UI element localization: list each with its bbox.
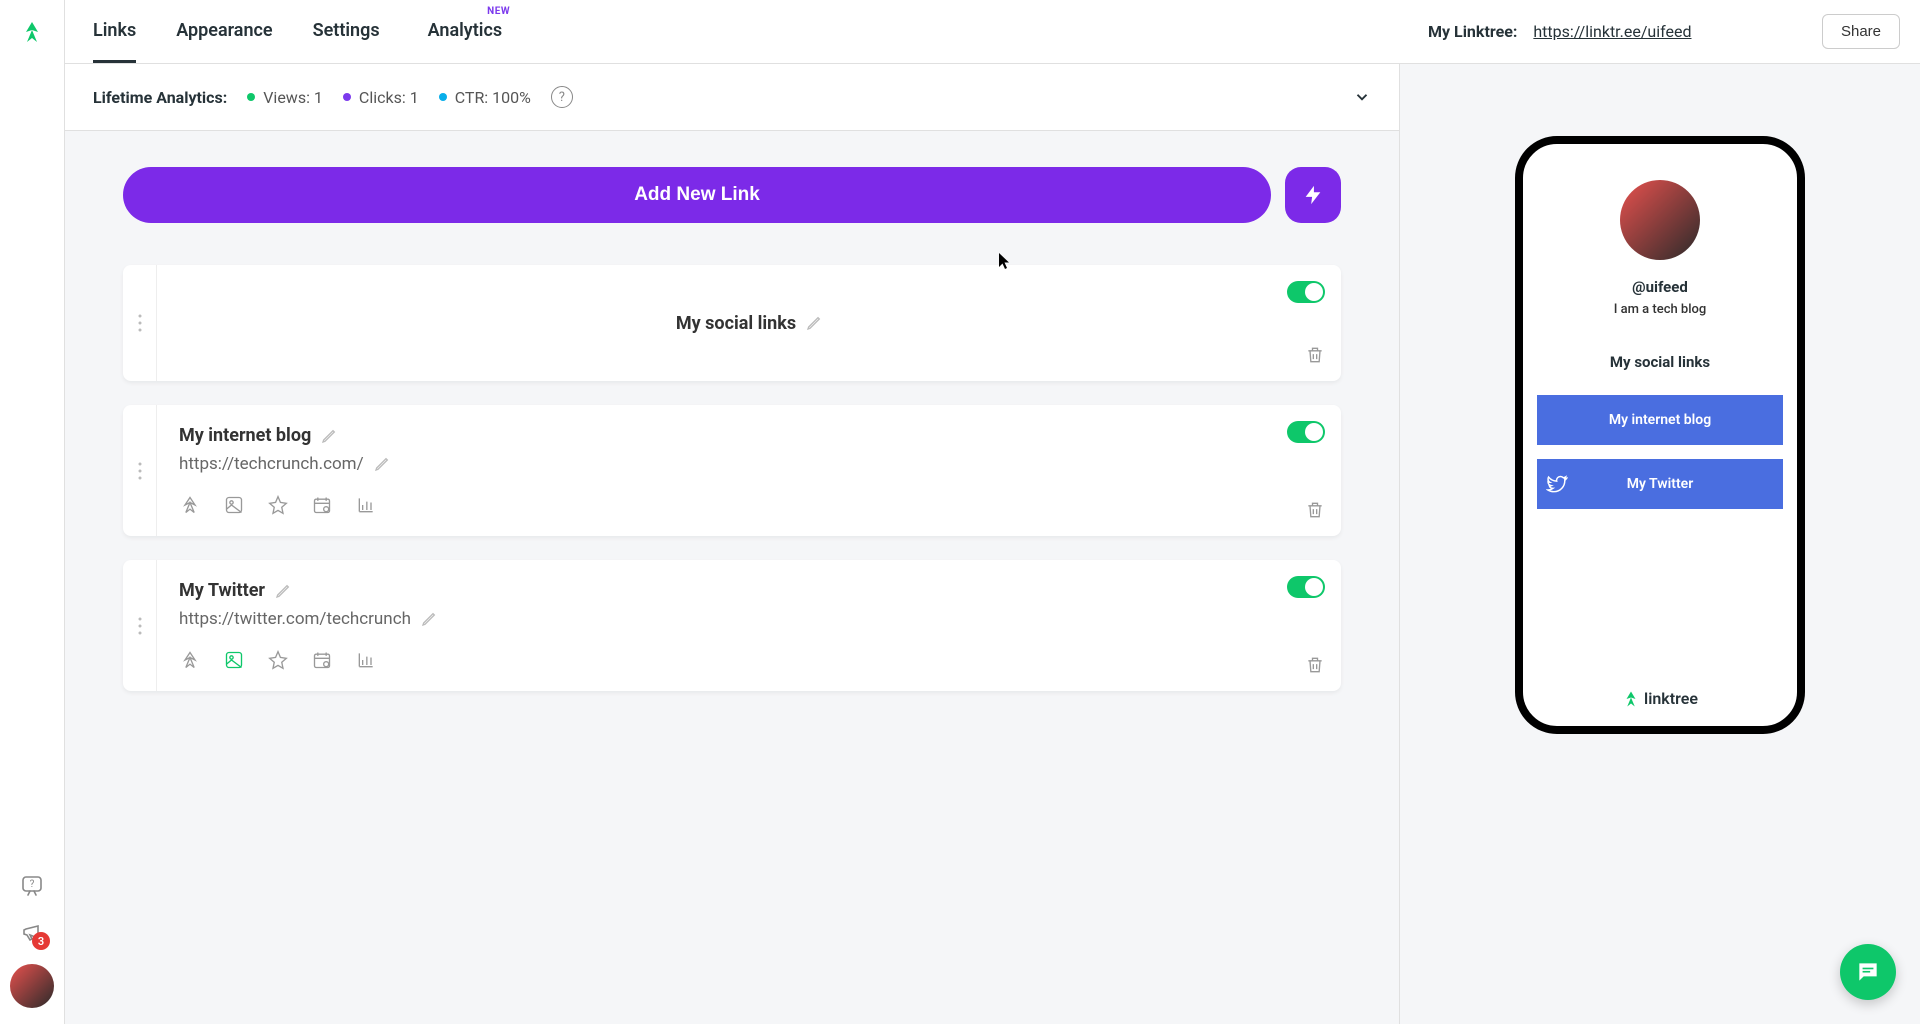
header-section-card: My social links: [123, 265, 1341, 381]
analytics-help-icon[interactable]: ?: [551, 86, 573, 108]
delete-icon[interactable]: [1305, 500, 1325, 520]
preview-area: @uifeed I am a tech blog My social links…: [1400, 64, 1920, 1024]
main-tabs: Links Appearance Settings NEW Analytics: [65, 0, 1400, 64]
preview-link[interactable]: My Twitter: [1537, 459, 1783, 509]
clicks-stat: Clicks: 1: [343, 88, 419, 107]
twitter-icon: [1543, 470, 1571, 498]
drag-handle-icon[interactable]: [123, 560, 157, 691]
logo-icon[interactable]: [20, 20, 44, 44]
drag-handle-icon[interactable]: [123, 405, 157, 536]
preview-link[interactable]: My internet blog: [1537, 395, 1783, 445]
schedule-icon[interactable]: [311, 494, 333, 516]
preview-footer: linktree: [1622, 689, 1698, 708]
link-title: My internet blog: [179, 425, 311, 446]
svg-text:?: ?: [30, 879, 35, 890]
drag-handle-icon[interactable]: [123, 265, 157, 381]
chat-fab[interactable]: [1840, 944, 1896, 1000]
tab-links[interactable]: Links: [93, 0, 136, 63]
tab-appearance[interactable]: Appearance: [176, 0, 272, 63]
priority-icon[interactable]: [267, 494, 289, 516]
schedule-icon[interactable]: [311, 649, 333, 671]
section-toggle[interactable]: [1287, 281, 1325, 303]
leap-link-icon[interactable]: [179, 649, 201, 671]
announcements-icon[interactable]: 3: [18, 918, 46, 946]
link-card: My Twitter https://twitter.com/techcrunc…: [123, 560, 1341, 691]
help-icon[interactable]: ?: [18, 872, 46, 900]
edit-pencil-icon[interactable]: [321, 428, 337, 444]
user-avatar[interactable]: [10, 964, 54, 1008]
link-analytics-icon[interactable]: [355, 649, 377, 671]
preview-section-title: My social links: [1610, 353, 1710, 371]
preview-handle: @uifeed: [1632, 278, 1688, 296]
new-badge: NEW: [487, 6, 510, 17]
ctr-stat: CTR: 100%: [439, 88, 531, 107]
thumbnail-icon[interactable]: [223, 649, 245, 671]
share-button[interactable]: Share: [1822, 14, 1900, 49]
chevron-down-icon[interactable]: [1353, 88, 1371, 106]
topbar-right: My Linktree: https://linktr.ee/uifeed Sh…: [1400, 0, 1920, 64]
my-linktree-url[interactable]: https://linktr.ee/uifeed: [1533, 22, 1691, 41]
section-title: My social links: [676, 313, 796, 334]
delete-icon[interactable]: [1305, 655, 1325, 675]
tab-settings[interactable]: Settings: [313, 0, 380, 63]
link-card: My internet blog https://techcrunch.com/: [123, 405, 1341, 536]
analytics-bar: Lifetime Analytics: Views: 1 Clicks: 1 C…: [65, 64, 1399, 131]
preview-avatar: [1620, 180, 1700, 260]
preview-bio: I am a tech blog: [1614, 302, 1707, 317]
thumbnail-icon[interactable]: [223, 494, 245, 516]
link-url: https://twitter.com/techcrunch: [179, 609, 411, 629]
delete-icon[interactable]: [1305, 345, 1325, 365]
edit-pencil-icon[interactable]: [374, 456, 390, 472]
link-url: https://techcrunch.com/: [179, 454, 364, 474]
notification-badge: 3: [32, 932, 50, 950]
left-sidebar: ? 3: [0, 0, 64, 1024]
edit-pencil-icon[interactable]: [806, 315, 822, 331]
edit-pencil-icon[interactable]: [275, 583, 291, 599]
my-linktree-label: My Linktree:: [1428, 22, 1517, 41]
tab-analytics[interactable]: NEW Analytics: [420, 0, 503, 63]
link-analytics-icon[interactable]: [355, 494, 377, 516]
add-new-link-button[interactable]: Add New Link: [123, 167, 1271, 223]
edit-pencil-icon[interactable]: [421, 611, 437, 627]
leap-link-icon[interactable]: [179, 494, 201, 516]
link-toggle[interactable]: [1287, 421, 1325, 443]
phone-preview: @uifeed I am a tech blog My social links…: [1515, 136, 1805, 734]
link-title: My Twitter: [179, 580, 265, 601]
analytics-label: Lifetime Analytics:: [93, 88, 227, 107]
views-stat: Views: 1: [247, 88, 323, 107]
link-toggle[interactable]: [1287, 576, 1325, 598]
quick-link-button[interactable]: [1285, 167, 1341, 223]
priority-icon[interactable]: [267, 649, 289, 671]
